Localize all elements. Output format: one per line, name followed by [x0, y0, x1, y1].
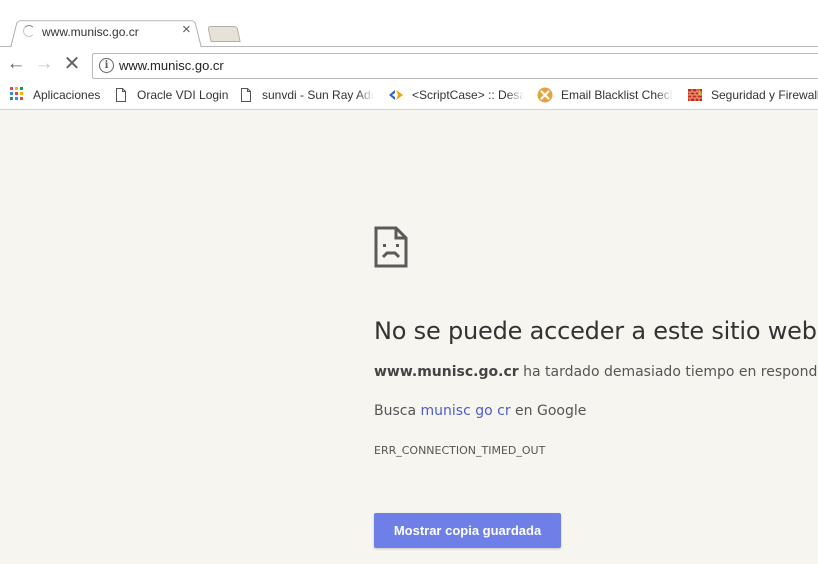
bookmark-sunvdi[interactable]: sunvdi - Sun Ray Adm	[238, 83, 373, 109]
search-link[interactable]: munisc go cr	[421, 403, 511, 419]
tab-title: www.munisc.go.cr	[42, 25, 139, 39]
url-text[interactable]: www.munisc.go.cr	[119, 58, 224, 73]
bookmark-email-blacklist[interactable]: Email Blacklist Check	[537, 83, 675, 109]
stop-loading-icon[interactable]: ✕	[60, 53, 84, 77]
bookmark-oracle-vdi[interactable]: Oracle VDI Login	[113, 83, 233, 109]
error-page: No se puede acceder a este sitio web www…	[0, 110, 818, 564]
show-cached-copy-button[interactable]: Mostrar copia guardada	[374, 513, 561, 548]
scriptcase-icon	[389, 90, 403, 100]
error-host: www.munisc.go.cr	[374, 364, 519, 380]
error-code: ERR_CONNECTION_TIMED_OUT	[374, 444, 546, 457]
firewall-icon	[688, 88, 702, 101]
bookmark-scriptcase[interactable]: <ScriptCase> :: Desar	[388, 83, 526, 109]
search-suggestion: Busca munisc go cr en Google	[374, 403, 586, 419]
bookmarks-bar: Aplicaciones Oracle VDI Login sunvdi - S…	[0, 83, 818, 110]
bookmark-label: <ScriptCase> :: Desar	[412, 88, 524, 102]
error-description: www.munisc.go.cr ha tardado demasiado ti…	[374, 364, 818, 380]
search-suffix: en Google	[510, 403, 587, 419]
toolbar: ← → ✕ i www.munisc.go.cr	[0, 47, 818, 83]
error-description-text: ha tardado demasiado tiempo en responder…	[518, 364, 818, 380]
bookmark-seguridad-firewall[interactable]: Seguridad y Firewall	[687, 83, 818, 109]
sad-page-icon	[374, 226, 408, 268]
tab-close-icon[interactable]: ×	[182, 22, 191, 38]
active-tab[interactable]: www.munisc.go.cr ×	[22, 20, 202, 46]
page-icon	[116, 88, 126, 102]
email-blacklist-icon	[537, 87, 553, 103]
browser-chrome: www.munisc.go.cr × ← → ✕ i www.munisc.go…	[0, 0, 818, 110]
error-heading: No se puede acceder a este sitio web	[374, 317, 817, 345]
loading-spinner-icon	[23, 25, 35, 37]
site-info-icon[interactable]: i	[99, 58, 114, 73]
search-prefix: Busca	[374, 403, 421, 419]
forward-arrow-icon[interactable]: →	[32, 53, 56, 77]
address-bar[interactable]: i www.munisc.go.cr	[92, 53, 818, 79]
bookmark-label: Seguridad y Firewall	[711, 88, 818, 102]
back-arrow-icon[interactable]: ←	[4, 53, 28, 77]
new-tab-button[interactable]	[207, 26, 241, 42]
bookmark-apps[interactable]: Aplicaciones	[9, 83, 109, 109]
bookmark-label: Email Blacklist Check	[561, 88, 673, 102]
bookmark-label: Oracle VDI Login	[137, 88, 229, 102]
tab-strip: www.munisc.go.cr ×	[0, 0, 818, 48]
bookmark-label: sunvdi - Sun Ray Adm	[262, 88, 373, 102]
apps-grid-icon	[10, 87, 23, 100]
page-icon	[241, 88, 251, 102]
bookmark-label: Aplicaciones	[33, 88, 101, 102]
